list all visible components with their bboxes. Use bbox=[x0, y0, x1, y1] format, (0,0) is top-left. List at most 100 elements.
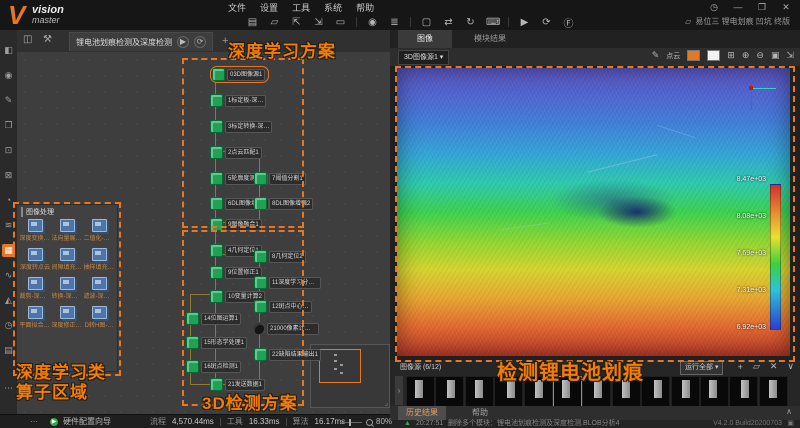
fit-view-icon[interactable]: ⊞ bbox=[727, 50, 735, 61]
menu-item-工具[interactable]: 工具 bbox=[292, 1, 310, 14]
tab-module-result[interactable]: 模块结果 bbox=[466, 30, 514, 48]
edit-tool-icon[interactable]: ✎ bbox=[2, 94, 15, 107]
thumbnail[interactable] bbox=[670, 376, 700, 407]
camera-icon[interactable]: ◉ bbox=[366, 17, 379, 28]
flow-node[interactable]: 14位图运算1 bbox=[186, 312, 242, 325]
import-icon[interactable]: ⇱ bbox=[290, 17, 303, 28]
thumbnail[interactable] bbox=[700, 376, 729, 407]
color-tool-icon[interactable]: ◔ bbox=[2, 194, 15, 207]
thumbnail[interactable] bbox=[758, 376, 788, 407]
operator-item[interactable]: 深度变换-… bbox=[19, 219, 51, 242]
refresh-icon[interactable]: ↻ bbox=[464, 17, 477, 28]
capture-tool-icon[interactable]: ⊡ bbox=[2, 144, 15, 157]
measure-tool-icon[interactable]: ≋ bbox=[2, 219, 15, 232]
flow-node[interactable]: 11深度学习分割… bbox=[254, 276, 321, 289]
strip-more-icon[interactable]: ⋯ bbox=[2, 382, 15, 395]
filmstrip-scroll-left[interactable]: › bbox=[395, 376, 403, 405]
collapse-panel-icon[interactable]: ∧ bbox=[786, 407, 792, 416]
tab-image[interactable]: 图像 bbox=[398, 30, 452, 48]
fullscreen-icon[interactable]: ⇲ bbox=[786, 50, 794, 61]
flow-node[interactable]: 21000像素计数… bbox=[252, 322, 319, 335]
collapse-strip-icon[interactable]: ∨ bbox=[787, 361, 794, 372]
add-image-icon[interactable]: + bbox=[738, 362, 743, 372]
run-all-button[interactable]: 运行全部 ▾ bbox=[680, 361, 724, 375]
io-config-icon[interactable]: ≣ bbox=[388, 17, 401, 28]
tab-history-result[interactable]: 历史结果 bbox=[398, 406, 446, 420]
flow-node[interactable]: 9图像融合1 bbox=[210, 218, 262, 231]
draw-icon[interactable]: ✎ bbox=[652, 50, 660, 61]
flow-node[interactable]: 7阈值分割1 bbox=[254, 172, 306, 185]
image-tool-icon[interactable]: ❐ bbox=[2, 119, 15, 132]
front-run-icon[interactable]: Ⓕ bbox=[562, 15, 575, 30]
flow-node[interactable]: 22缺陷结果输出1 bbox=[254, 348, 321, 361]
run-continuous-icon[interactable]: ⟳ bbox=[540, 17, 553, 28]
thumbnail[interactable] bbox=[729, 376, 759, 407]
operator-item[interactable]: 滤波-深度图 bbox=[83, 277, 115, 300]
menu-item-帮助[interactable]: 帮助 bbox=[356, 1, 374, 14]
thumbnail[interactable] bbox=[641, 376, 671, 407]
depth-heatmap-image[interactable] bbox=[397, 68, 790, 356]
match-tool-icon[interactable]: ⊠ bbox=[2, 169, 15, 182]
zoom-in-icon[interactable]: ⊕ bbox=[742, 50, 750, 61]
delete-image-icon[interactable]: ✕ bbox=[770, 361, 778, 372]
flow-tools-icon[interactable]: ⚒ bbox=[43, 34, 52, 45]
flow-node[interactable]: 2点云匹配1 bbox=[210, 146, 262, 159]
zoom-out-icon[interactable]: ⊖ bbox=[756, 50, 764, 61]
operator-item[interactable]: 法向量展-… bbox=[51, 219, 83, 242]
keyboard-icon[interactable]: ⌨ bbox=[486, 17, 500, 28]
canvas-zoom-slider[interactable] bbox=[340, 422, 362, 423]
export-icon[interactable]: ⇲ bbox=[312, 17, 325, 28]
tab-help[interactable]: 帮助 bbox=[466, 406, 494, 420]
flow-node[interactable]: 1标定板-深… bbox=[210, 94, 267, 107]
run-once-icon[interactable]: ▶ bbox=[518, 17, 531, 28]
minimap-viewport[interactable] bbox=[319, 349, 361, 383]
canvas-zoom-slider-handle[interactable] bbox=[349, 419, 351, 426]
more-icon[interactable]: ⋯ bbox=[30, 415, 38, 428]
flow-run-once-icon[interactable]: ▶ bbox=[177, 36, 189, 48]
operator-item[interactable]: 深度修正-… bbox=[51, 306, 83, 329]
one-to-one-icon[interactable]: ▣ bbox=[771, 50, 780, 61]
chart-tool-icon[interactable]: ∿ bbox=[2, 269, 15, 282]
flow-tab[interactable]: 锂电池划痕检测及深度检测 ▶ ⟳ bbox=[69, 32, 213, 51]
flow-node[interactable]: 12斑点中心… bbox=[254, 300, 312, 313]
minimap[interactable]: ⌟ bbox=[310, 344, 390, 408]
thumbnail[interactable] bbox=[435, 376, 465, 407]
calib-3d-tool-icon[interactable]: ◭ bbox=[2, 294, 15, 307]
thumbnail[interactable] bbox=[406, 376, 435, 407]
location-tool-icon[interactable]: ◉ bbox=[2, 69, 15, 82]
operator-item[interactable]: 二值化-深… bbox=[83, 219, 115, 242]
minimize-icon[interactable]: — bbox=[732, 2, 744, 13]
script-tool-icon[interactable]: ▤ bbox=[2, 344, 15, 357]
image-source-tool-icon[interactable]: ◧ bbox=[2, 44, 15, 57]
open-solution-icon[interactable]: ▱ bbox=[268, 17, 281, 28]
operator-item[interactable]: 间隙填充-… bbox=[51, 248, 83, 271]
operator-item[interactable]: 转换-深度图 bbox=[51, 277, 83, 300]
operator-item[interactable]: D转H图-… bbox=[83, 306, 115, 329]
image-source-dropdown[interactable]: 3D图像源1 ▾ bbox=[398, 50, 450, 65]
save-icon[interactable]: ▤ bbox=[246, 17, 259, 28]
flow-node[interactable]: 8几何定位2 bbox=[254, 250, 306, 263]
solution-name[interactable]: ▱ 易位三 锂电划痕 凹坑 终版 bbox=[685, 16, 790, 27]
operator-item[interactable]: 平面拟合-… bbox=[19, 306, 51, 329]
color-swatch-white[interactable] bbox=[707, 50, 721, 61]
thumbnail[interactable] bbox=[464, 376, 494, 407]
flow-run-loop-icon[interactable]: ⟳ bbox=[194, 36, 206, 48]
menu-item-文件[interactable]: 文件 bbox=[228, 1, 246, 14]
flow-node[interactable]: 8DL图像增强2 bbox=[254, 197, 314, 210]
window-layout-icon[interactable]: ▭ bbox=[334, 17, 347, 28]
about-icon[interactable]: ◷ bbox=[708, 2, 720, 13]
monitor-icon[interactable]: ▢ bbox=[420, 17, 433, 28]
menu-item-系统[interactable]: 系统 bbox=[324, 1, 342, 14]
timing-tool-icon[interactable]: ◷ bbox=[2, 319, 15, 332]
operator-item[interactable]: 裁剪-深度图 bbox=[19, 277, 51, 300]
menu-item-设置[interactable]: 设置 bbox=[260, 1, 278, 14]
open-folder-icon[interactable]: ▱ bbox=[753, 361, 760, 372]
deep-learning-tool-icon[interactable]: ▦ bbox=[2, 244, 15, 257]
flow-node[interactable]: 16斑点检测1 bbox=[186, 360, 242, 373]
flow-node[interactable]: 3标定转换-深… bbox=[210, 120, 273, 133]
operator-item[interactable]: 深度转点云 bbox=[19, 248, 51, 271]
minimap-resize-handle[interactable]: ⌟ bbox=[385, 399, 388, 407]
communication-icon[interactable]: ⇄ bbox=[442, 17, 455, 28]
flow-node[interactable]: 03D图像源1 bbox=[210, 66, 270, 83]
close-icon[interactable]: ✕ bbox=[780, 2, 792, 13]
